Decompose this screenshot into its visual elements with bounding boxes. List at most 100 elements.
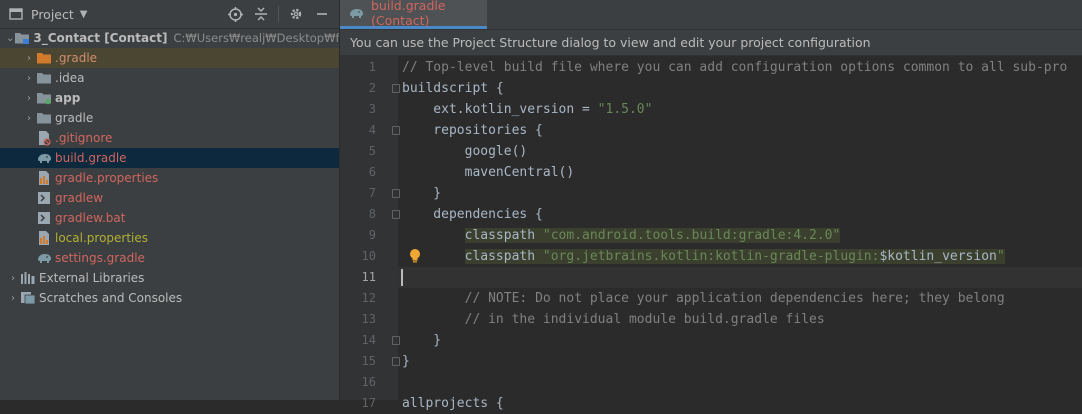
line-number: 5 [368,144,376,158]
line-number: 2 [368,81,376,95]
toolbar-divider [278,6,279,22]
tree-item-label: gradlew.bat [55,211,126,225]
tree-item-label: build.gradle [55,151,127,165]
gitignore-file-icon [36,130,52,146]
tree-item-label: External Libraries [39,271,145,285]
tree-item-label: .gitignore [55,131,113,145]
project-window-icon [8,6,24,22]
code-line[interactable]: ext.kotlin_version = "1.5.0" [402,99,652,120]
gradle-elephant-icon [36,150,52,166]
tab-build-gradle[interactable]: build.gradle (Contact) [340,0,487,29]
text-caret [401,269,403,286]
chevron-right-icon[interactable]: › [22,68,36,88]
tree-item-3-contact[interactable]: ⌄ 3_Contact [Contact] C:₩Users₩realj₩Des… [0,28,339,48]
gradle-elephant-icon [348,5,364,21]
notification-banner: You can use the Project Structure dialog… [340,30,1082,56]
line-number: 8 [368,207,376,221]
line-number: 14 [361,333,376,347]
code-line[interactable]: classpath "org.jetbrains.kotlin:kotlin-g… [402,246,1005,267]
folder-orange-icon [36,50,52,66]
code-line[interactable]: } [402,330,441,351]
script-file-icon [36,190,52,206]
module-folder-icon [36,90,52,106]
code-line[interactable]: google() [402,141,528,162]
code-line[interactable]: buildscript { [402,78,504,99]
collapse-all-icon[interactable] [250,3,272,25]
chevron-right-icon[interactable]: › [22,48,36,68]
line-number: 7 [368,186,376,200]
tree-item-label: .idea [55,71,85,85]
properties-file-icon [36,170,52,186]
line-gutter: 1 2 3 4 5 6 7 8 9 10 11 12 13 14 15 16 17 [340,55,400,410]
editor-tab-bar: build.gradle (Contact) [340,0,1082,30]
tree-item-label: gradle.properties [55,171,159,185]
tree-item-label: settings.gradle [55,251,145,265]
tree-item-idea[interactable]: › .idea [0,68,339,88]
tree-item-label: .gradle [55,51,98,65]
code-line[interactable]: } [402,351,410,372]
project-panel-title: Project [31,6,74,22]
line-number: 1 [368,60,376,74]
code-line[interactable]: repositories { [402,120,543,141]
current-line-highlight [398,267,1082,288]
tree-item-local-properties[interactable]: local.properties [0,228,339,248]
chevron-down-icon[interactable]: ⌄ [6,28,14,48]
line-number: 16 [361,375,376,389]
code-line[interactable]: classpath "com.android.tools.build:gradl… [402,225,841,246]
line-number: 10 [361,249,376,263]
code-content[interactable]: // Top-level build file where you can ad… [398,55,1082,411]
chevron-right-icon[interactable]: › [22,88,36,108]
tab-label: build.gradle (Contact) [371,0,446,28]
script-file-icon [36,210,52,226]
tree-item-app[interactable]: › app [0,88,339,108]
tree-item-gradle-folder[interactable]: › gradle [0,108,339,128]
properties-file-icon [36,230,52,246]
tree-item-label: local.properties [55,231,149,245]
tree-item-label: app [55,91,81,105]
tree-item-gradle-properties[interactable]: gradle.properties [0,168,339,188]
project-toolbar: Project ▼ [0,0,339,29]
code-line[interactable]: } [402,183,441,204]
tree-item-label: gradlew [55,191,104,205]
tree-item-scratches[interactable]: › Scratches and Consoles [0,288,339,308]
line-number: 3 [368,102,376,116]
code-editor[interactable]: 1 2 3 4 5 6 7 8 9 10 11 12 13 14 15 16 17 // Top-level b… [340,55,1082,411]
tree-item-gradle-dir[interactable]: › .gradle [0,48,339,68]
chevron-right-icon[interactable]: › [6,268,20,288]
folder-icon [36,110,52,126]
tree-item-path: C:₩Users₩realj₩Desktop₩files₩2 [173,31,340,45]
line-number: 15 [361,354,376,368]
folder-icon [36,70,52,86]
line-number: 17 [361,396,376,410]
gear-icon[interactable] [285,3,307,25]
lightbulb-icon[interactable] [408,248,422,264]
module-folder-icon [14,30,30,46]
code-line[interactable]: // NOTE: Do not place your application d… [402,288,1005,309]
line-number: 13 [361,312,376,326]
tree-item-label: Scratches and Consoles [39,291,183,305]
code-line[interactable]: // in the individual module build.gradle… [402,309,825,330]
code-line[interactable]: dependencies { [402,204,543,225]
editor-area: build.gradle (Contact) You can use the P… [340,0,1082,411]
line-number: 4 [368,123,376,137]
tree-item-gitignore[interactable]: .gitignore [0,128,339,148]
code-line[interactable]: mavenCentral() [402,162,575,183]
tree-item-build-gradle[interactable]: build.gradle [0,148,339,168]
tree-item-gradlew-bat[interactable]: gradlew.bat [0,208,339,228]
line-number: 12 [361,291,376,305]
code-line[interactable]: allprojects { [402,393,504,414]
notification-text: You can use the Project Structure dialog… [350,35,871,50]
chevron-down-icon: ▼ [79,8,88,20]
chevron-right-icon[interactable]: › [22,108,36,128]
tree-item-settings-gradle[interactable]: settings.gradle [0,248,339,268]
project-tool-window: Project ▼ ⌄ 3_Contact [Contact] C:₩Users… [0,0,340,400]
code-line[interactable]: // Top-level build file where you can ad… [402,57,1067,78]
project-view-selector[interactable]: Project ▼ [0,6,87,22]
tree-item-external-libraries[interactable]: › External Libraries [0,268,339,288]
scratches-icon [20,290,36,306]
tree-item-label: 3_Contact [Contact] [33,31,168,45]
minimize-icon[interactable] [311,3,333,25]
tree-item-gradlew[interactable]: gradlew [0,188,339,208]
crosshair-icon[interactable] [224,3,246,25]
chevron-right-icon[interactable]: › [6,288,20,308]
